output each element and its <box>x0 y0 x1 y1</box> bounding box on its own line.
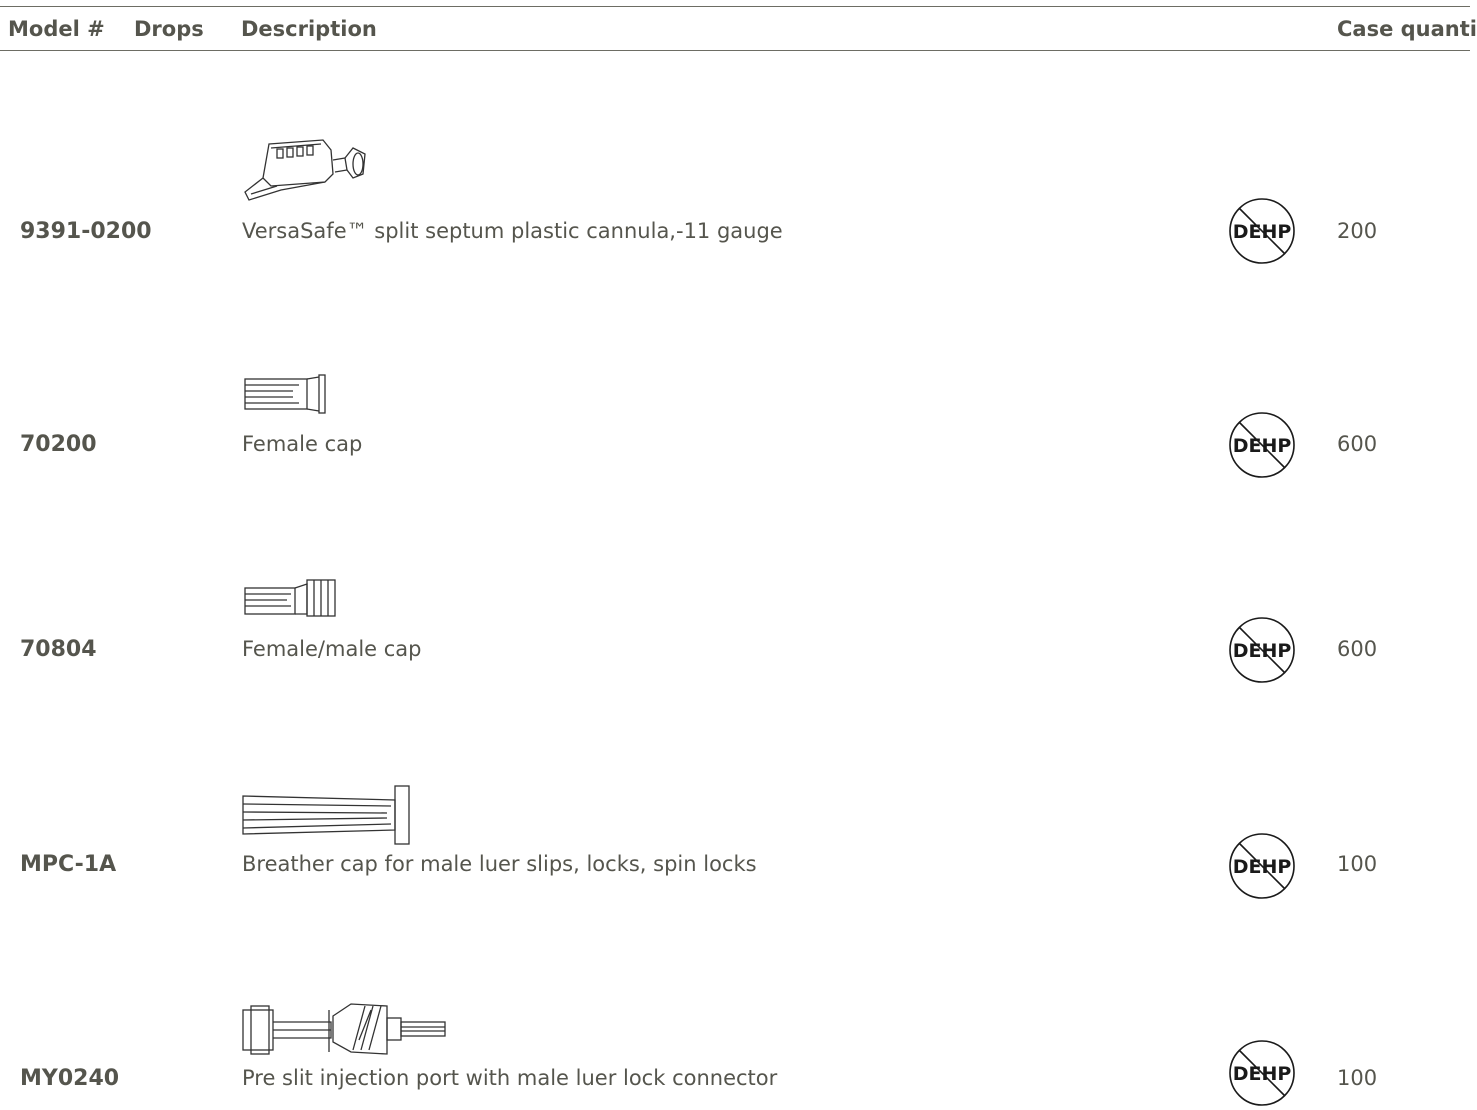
description: Breather cap for male luer slips, locks,… <box>242 852 757 876</box>
female-male-cap-illustration <box>241 576 341 620</box>
model-number: MPC-1A <box>20 852 117 877</box>
description: Female cap <box>242 432 363 456</box>
dehp-free-icon: DEHP <box>1226 1037 1298 1109</box>
description: Pre slit injection port with male luer l… <box>242 1066 778 1090</box>
description: VersaSafe™ split septum plastic cannula,… <box>242 219 783 243</box>
injection-port-illustration <box>241 1000 456 1058</box>
case-quantity: 100 <box>1337 1066 1378 1090</box>
table-row: MY0240 Pre slit injection port with male… <box>0 0 1477 1106</box>
case-quantity: 200 <box>1337 219 1378 243</box>
dehp-label: DEHP <box>1233 1063 1292 1085</box>
dehp-label: DEHP <box>1233 856 1292 878</box>
case-quantity: 600 <box>1337 432 1378 456</box>
dehp-free-icon: DEHP <box>1226 614 1298 686</box>
female-cap-illustration <box>241 373 331 415</box>
breather-cap-illustration <box>241 782 416 848</box>
dehp-label: DEHP <box>1233 435 1292 457</box>
dehp-free-icon: DEHP <box>1226 195 1298 267</box>
model-number: MY0240 <box>20 1066 120 1091</box>
case-quantity: 600 <box>1337 637 1378 661</box>
dehp-free-icon: DEHP <box>1226 830 1298 902</box>
model-number: 70200 <box>20 432 97 457</box>
dehp-label: DEHP <box>1233 640 1292 662</box>
case-quantity: 100 <box>1337 852 1378 876</box>
description: Female/male cap <box>242 637 422 661</box>
model-number: 70804 <box>20 637 97 662</box>
dehp-label: DEHP <box>1233 221 1292 243</box>
dehp-free-icon: DEHP <box>1226 409 1298 481</box>
model-number: 9391-0200 <box>20 219 152 244</box>
